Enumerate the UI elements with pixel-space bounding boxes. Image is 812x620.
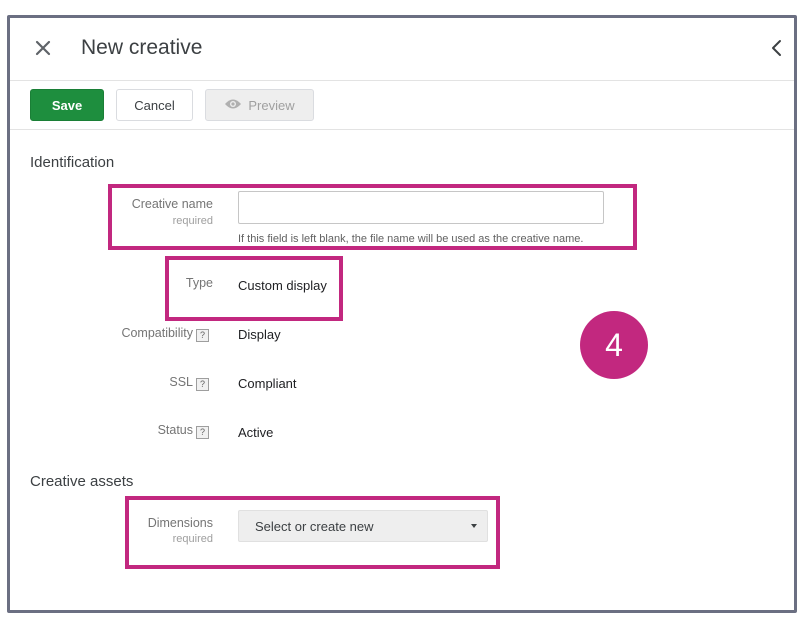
close-icon[interactable] <box>30 35 56 61</box>
ssl-value: Compliant <box>238 376 297 391</box>
type-label: Type <box>185 276 213 290</box>
compatibility-label: Compatibility <box>121 326 193 340</box>
toolbar: Save Cancel Preview <box>10 81 794 130</box>
cancel-button[interactable]: Cancel <box>116 89 193 121</box>
status-label: Status <box>157 423 193 437</box>
identification-heading: Identification <box>30 154 115 171</box>
ssl-label: SSL <box>169 375 193 389</box>
page-title: New creative <box>81 36 203 59</box>
creative-name-label: Creative name <box>131 197 213 211</box>
creative-name-input[interactable] <box>238 191 604 224</box>
status-help-icon[interactable]: ? <box>196 426 209 439</box>
dimensions-select[interactable]: Select or create new <box>238 510 488 542</box>
preview-button[interactable]: Preview <box>205 89 314 121</box>
chevron-left-icon[interactable] <box>766 37 788 59</box>
preview-label: Preview <box>248 97 295 113</box>
status-value: Active <box>238 425 274 440</box>
new-creative-panel: New creative Save Cancel Preview Identif… <box>7 15 797 613</box>
creative-assets-heading: Creative assets <box>30 473 134 490</box>
eye-icon <box>224 98 242 113</box>
type-value: Custom display <box>238 278 327 293</box>
creative-name-required: required <box>172 215 213 227</box>
dropdown-arrow-icon <box>471 524 477 528</box>
compatibility-value: Display <box>238 327 281 342</box>
dimensions-required: required <box>172 533 213 545</box>
ssl-help-icon[interactable]: ? <box>196 378 209 391</box>
creative-name-hint: If this field is left blank, the file na… <box>238 233 584 245</box>
save-button[interactable]: Save <box>30 89 104 121</box>
panel-header: New creative <box>10 18 794 81</box>
compatibility-help-icon[interactable]: ? <box>196 329 209 342</box>
step-number-badge: 4 <box>580 311 648 379</box>
dimensions-select-value: Select or create new <box>255 519 374 534</box>
dimensions-label: Dimensions <box>147 516 213 530</box>
